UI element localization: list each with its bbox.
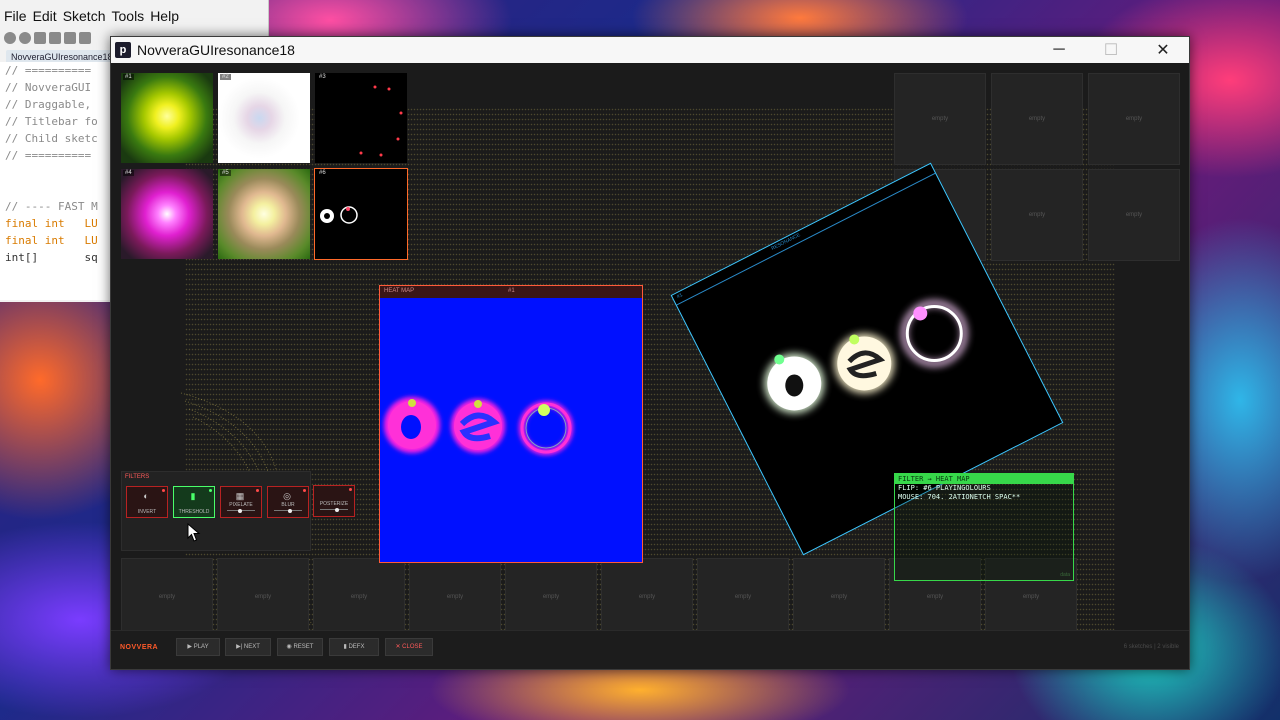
filter-pixelate-button[interactable]: ▦ PIXELATE — [220, 486, 262, 518]
slider-handle[interactable] — [335, 507, 340, 512]
slider-handle[interactable] — [288, 508, 292, 513]
slider-handle[interactable] — [238, 508, 243, 513]
menu-help[interactable]: Help — [150, 8, 179, 24]
empty-slot[interactable]: empty — [601, 558, 693, 635]
code-line: // ========== — [5, 64, 92, 77]
rings-graphic — [320, 206, 358, 224]
posterize-slider[interactable] — [320, 507, 348, 512]
control-bar: NOVVERA ▶ PLAY ▶| NEXT ◉ RESET ▮ DEFX ✕ … — [111, 630, 1189, 669]
blur-icon: ◎ — [283, 491, 291, 501]
close-sketch-button[interactable]: ✕ CLOSE — [385, 638, 433, 656]
save-icon[interactable] — [64, 32, 76, 44]
status-text: 6 sketches | 2 visible — [1123, 644, 1179, 650]
sketch-thumbnail[interactable]: #5 — [218, 169, 310, 259]
sketch-thumbnail[interactable]: #4 — [121, 169, 213, 259]
filter-blur-button[interactable]: ◎ BLUR — [267, 486, 309, 518]
red-dots-graphic — [359, 85, 403, 157]
status-dot — [209, 489, 212, 492]
sketch-thumbnail[interactable]: #2 — [218, 73, 310, 163]
mouse-cursor-icon — [187, 523, 201, 542]
ide-menu-bar: File Edit Sketch Tools Help — [0, 0, 268, 32]
filter-threshold-button[interactable]: ▮ THRESHOLD — [173, 486, 215, 518]
empty-slot[interactable]: empty — [991, 73, 1083, 165]
minimize-button[interactable]: ─ — [1033, 37, 1085, 63]
empty-slot[interactable]: empty — [697, 558, 789, 635]
defx-button[interactable]: ▮ DEFX — [329, 638, 379, 656]
filter-posterize-button[interactable]: POSTERIZE — [313, 485, 355, 517]
sketch-thumbnail-selected[interactable]: #6 — [314, 168, 408, 260]
empty-slot[interactable]: empty — [1088, 169, 1180, 261]
empty-slot[interactable]: empty — [894, 73, 986, 165]
empty-slot[interactable]: empty — [505, 558, 597, 635]
threshold-icon: ▮ — [190, 491, 196, 501]
menu-sketch[interactable]: Sketch — [63, 8, 106, 24]
code-line: // ========== — [5, 149, 92, 162]
processing-app-icon: p — [115, 42, 131, 58]
menu-edit[interactable]: Edit — [33, 8, 57, 24]
status-dot — [303, 489, 306, 492]
heat-map-window[interactable]: HEAT MAP #1 — [379, 285, 643, 563]
code-line: // NovveraGUI — [5, 81, 98, 94]
ide-code-editor[interactable]: // ========== // NovveraGUI // Draggable,… — [0, 62, 110, 300]
sketch-thumbnail[interactable]: #3 — [315, 73, 407, 163]
open-icon[interactable] — [49, 32, 61, 44]
info-line: MOUSE: 704. 2ATIONETCH SPAC** — [898, 493, 1021, 501]
code-line: // Child sketc — [5, 132, 98, 145]
code-line: int[] sq — [5, 251, 98, 264]
code-line: // Draggable, — [5, 98, 92, 111]
empty-slot[interactable]: empty — [313, 558, 405, 635]
filter-invert-button[interactable]: ◐ INVERT — [126, 486, 168, 518]
stop-icon[interactable] — [19, 32, 31, 44]
run-icon[interactable] — [4, 32, 16, 44]
status-dot — [162, 489, 165, 492]
sketch-thumbnail[interactable]: #1 — [121, 73, 213, 163]
code-line: final int LU — [5, 217, 98, 230]
filters-title: FILTERS — [125, 474, 150, 480]
heat-map-titlebar[interactable]: HEAT MAP #1 — [380, 286, 642, 298]
reset-button[interactable]: ◉ RESET — [277, 638, 323, 656]
status-dot — [349, 488, 352, 491]
filters-panel: FILTERS ◐ INVERT ▮ THRESHOLD ▦ PIXELATE … — [121, 471, 311, 551]
blur-slider[interactable] — [274, 508, 302, 513]
window-title: NovveraGUIresonance18 — [137, 42, 295, 58]
info-titlebar: FILTER → HEAT MAP — [895, 474, 1073, 484]
empty-slot[interactable]: empty — [217, 558, 309, 635]
pixelate-icon: ▦ — [235, 491, 245, 501]
invert-icon: ◐ — [143, 491, 149, 501]
code-line: final int LU — [5, 234, 98, 247]
empty-slot[interactable]: empty — [409, 558, 501, 635]
code-line: // Titlebar fo — [5, 115, 98, 128]
new-icon[interactable] — [34, 32, 46, 44]
code-line: // ---- FAST M — [5, 200, 98, 213]
menu-file[interactable]: File — [4, 8, 27, 24]
pixelate-slider[interactable] — [227, 508, 255, 513]
brand-logo: NOVVERA — [120, 644, 159, 651]
info-panel[interactable]: FILTER → HEAT MAP FLIP: #6 PLAYINGOLOURS… — [894, 473, 1074, 581]
menu-tools[interactable]: Tools — [112, 8, 145, 24]
close-button[interactable]: ✕ — [1137, 37, 1189, 63]
play-button[interactable]: ▶ PLAY — [176, 638, 220, 656]
next-button[interactable]: ▶| NEXT — [225, 638, 271, 656]
sketch-window: p NovveraGUIresonance18 ─ ☐ ✕ empty empt… — [110, 36, 1190, 670]
heat-map-render — [384, 397, 573, 455]
empty-slot[interactable]: empty — [991, 169, 1083, 261]
maximize-button[interactable]: ☐ — [1085, 37, 1137, 63]
status-dot — [256, 489, 259, 492]
sketch-canvas[interactable]: empty empty empty empty empty empty empt… — [111, 63, 1189, 669]
empty-slot[interactable]: empty — [1088, 73, 1180, 165]
empty-slot[interactable]: empty — [793, 558, 885, 635]
info-line: FLIP: #6 PLAYINGOLOURS — [898, 484, 991, 492]
window-titlebar[interactable]: p NovveraGUIresonance18 ─ ☐ ✕ — [111, 37, 1189, 63]
export-icon[interactable] — [79, 32, 91, 44]
empty-slot[interactable]: empty — [121, 558, 213, 635]
